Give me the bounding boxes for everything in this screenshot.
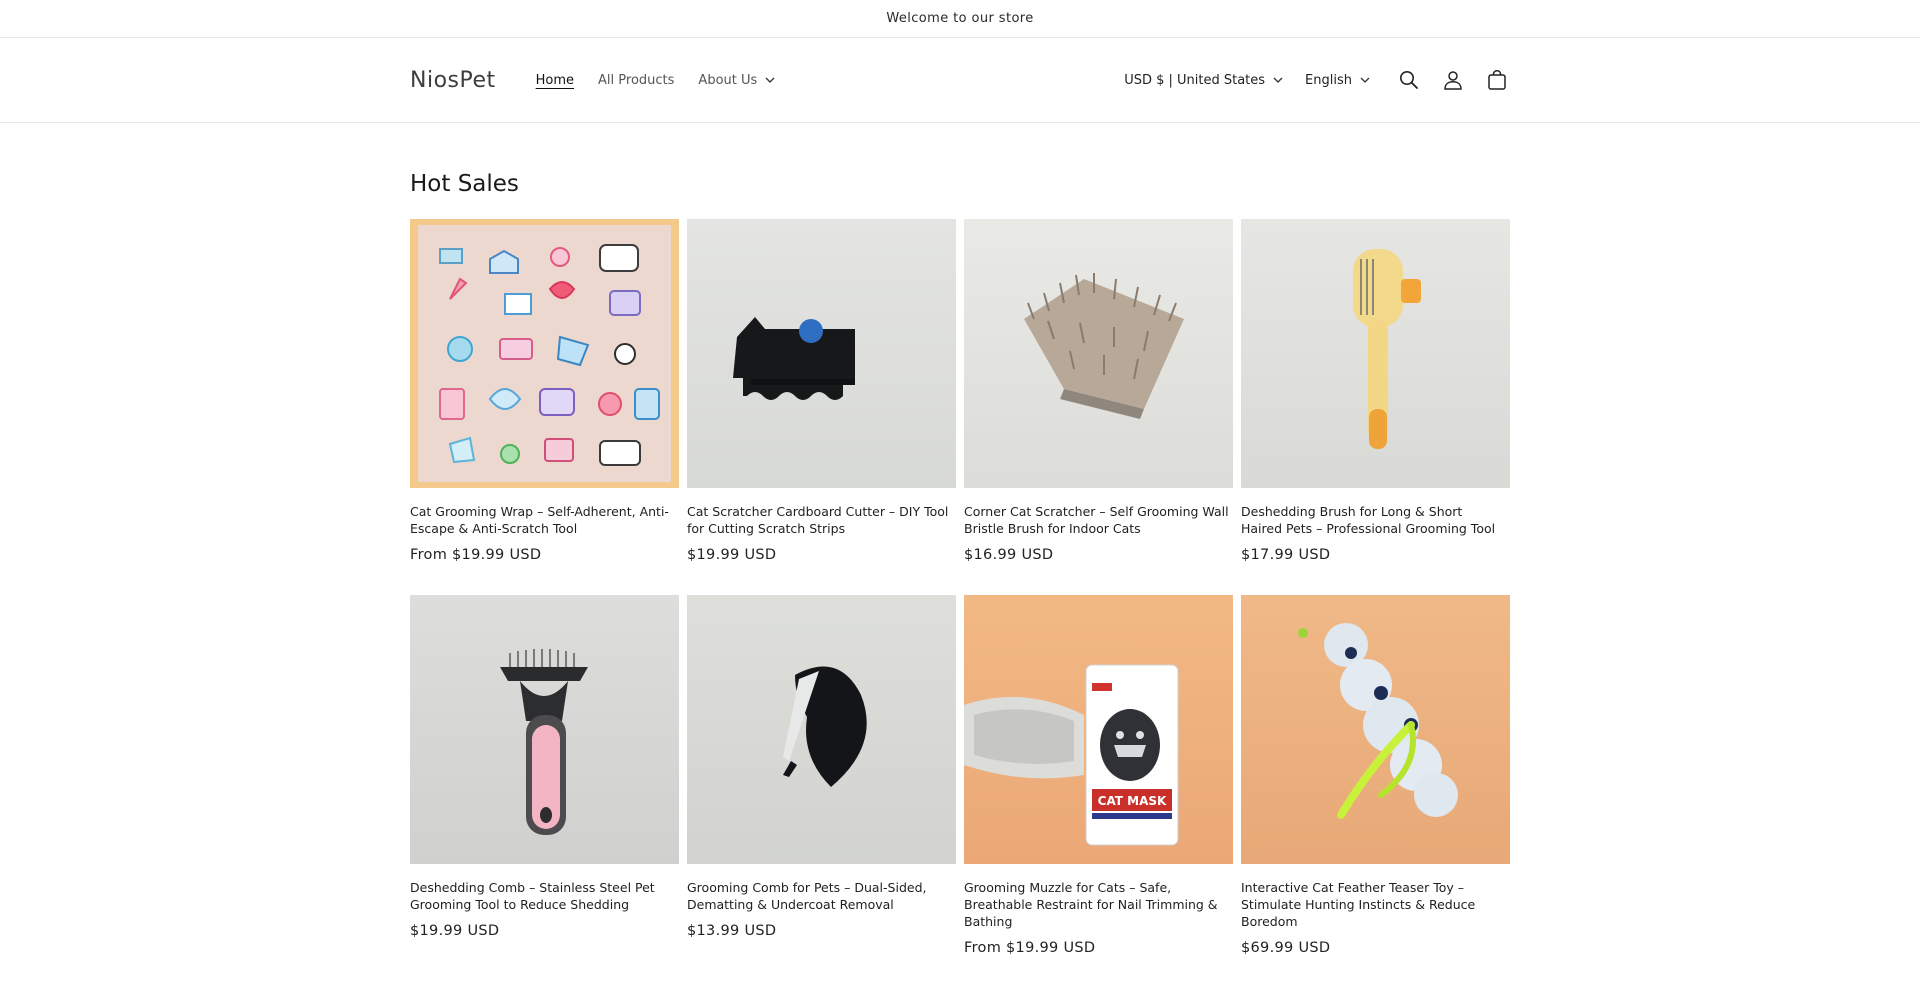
currency-label: USD $ | United States — [1124, 72, 1266, 88]
product-price: $16.99 USD — [964, 547, 1054, 563]
main-nav: Home All Products About Us — [536, 73, 800, 88]
product-title[interactable]: Deshedding Comb – Stainless Steel Pet Gr… — [410, 879, 679, 913]
section-title: Hot Sales — [410, 171, 519, 197]
nav-about-us[interactable]: About Us — [698, 73, 775, 88]
product-title[interactable]: Cat Scratcher Cardboard Cutter – DIY Too… — [687, 503, 956, 537]
product-title[interactable]: Interactive Cat Feather Teaser Toy – Sti… — [1241, 879, 1510, 930]
chevron-down-icon — [765, 77, 775, 83]
language-selector[interactable]: English — [1305, 73, 1370, 88]
search-icon[interactable] — [1396, 67, 1422, 93]
site-logo[interactable]: NiosPet — [410, 68, 496, 93]
nav-all-products[interactable]: All Products — [598, 73, 674, 88]
product-card[interactable]: Deshedding Comb – Stainless Steel Pet Gr… — [410, 595, 679, 971]
product-image-deshedding-brush[interactable] — [1241, 219, 1510, 488]
currency-selector[interactable]: USD $ | United States — [1124, 73, 1283, 88]
product-card[interactable]: Grooming Comb for Pets – Dual-Sided, Dem… — [687, 595, 956, 971]
product-card[interactable]: Deshedding Brush for Long & Short Haired… — [1241, 219, 1510, 595]
product-image-deshedding-comb[interactable] — [410, 595, 679, 864]
announcement-text: Welcome to our store — [886, 11, 1034, 26]
product-image-cardboard-cutter[interactable] — [687, 219, 956, 488]
product-image-grooming-muzzle[interactable]: CAT MASK — [964, 595, 1233, 864]
product-image-grooming-comb[interactable] — [687, 595, 956, 864]
product-price: $17.99 USD — [1241, 547, 1331, 563]
cart-icon[interactable] — [1484, 67, 1510, 93]
product-title[interactable]: Corner Cat Scratcher – Self Grooming Wal… — [964, 503, 1233, 537]
nav-about-us-label: About Us — [698, 72, 758, 88]
product-image-feather-teaser[interactable] — [1241, 595, 1510, 864]
chevron-down-icon — [1360, 77, 1370, 83]
site-header: NiosPet Home All Products About Us USD $… — [0, 38, 1920, 123]
account-icon[interactable] — [1440, 67, 1466, 93]
announcement-bar: Welcome to our store — [0, 0, 1920, 38]
product-price: From $19.99 USD — [410, 547, 542, 563]
product-price: $13.99 USD — [687, 923, 777, 939]
language-label: English — [1305, 72, 1352, 88]
product-card[interactable]: Corner Cat Scratcher – Self Grooming Wal… — [964, 219, 1233, 595]
product-price: $69.99 USD — [1241, 940, 1331, 956]
product-image-grooming-wrap[interactable] — [410, 219, 679, 488]
main-content: Hot Sales Cat Grooming Wrap – Self-Adher… — [410, 171, 1510, 971]
product-title[interactable]: Cat Grooming Wrap – Self-Adherent, Anti-… — [410, 503, 679, 537]
nav-home[interactable]: Home — [536, 73, 574, 88]
product-card[interactable]: CAT MASK Grooming Muzzle for Cats – Safe… — [964, 595, 1233, 971]
product-title[interactable]: Grooming Comb for Pets – Dual-Sided, Dem… — [687, 879, 956, 913]
product-card[interactable]: Interactive Cat Feather Teaser Toy – Sti… — [1241, 595, 1510, 971]
product-card[interactable]: Cat Grooming Wrap – Self-Adherent, Anti-… — [410, 219, 679, 595]
chevron-down-icon — [1273, 77, 1283, 83]
cat-mask-box-label: CAT MASK — [1098, 794, 1167, 808]
product-image-corner-scratcher[interactable] — [964, 219, 1233, 488]
product-price: $19.99 USD — [410, 923, 500, 939]
product-grid: Cat Grooming Wrap – Self-Adherent, Anti-… — [410, 219, 1510, 971]
product-price: From $19.99 USD — [964, 940, 1096, 956]
product-title[interactable]: Grooming Muzzle for Cats – Safe, Breatha… — [964, 879, 1233, 930]
product-card[interactable]: Cat Scratcher Cardboard Cutter – DIY Too… — [687, 219, 956, 595]
product-title[interactable]: Deshedding Brush for Long & Short Haired… — [1241, 503, 1510, 537]
product-price: $19.99 USD — [687, 547, 777, 563]
